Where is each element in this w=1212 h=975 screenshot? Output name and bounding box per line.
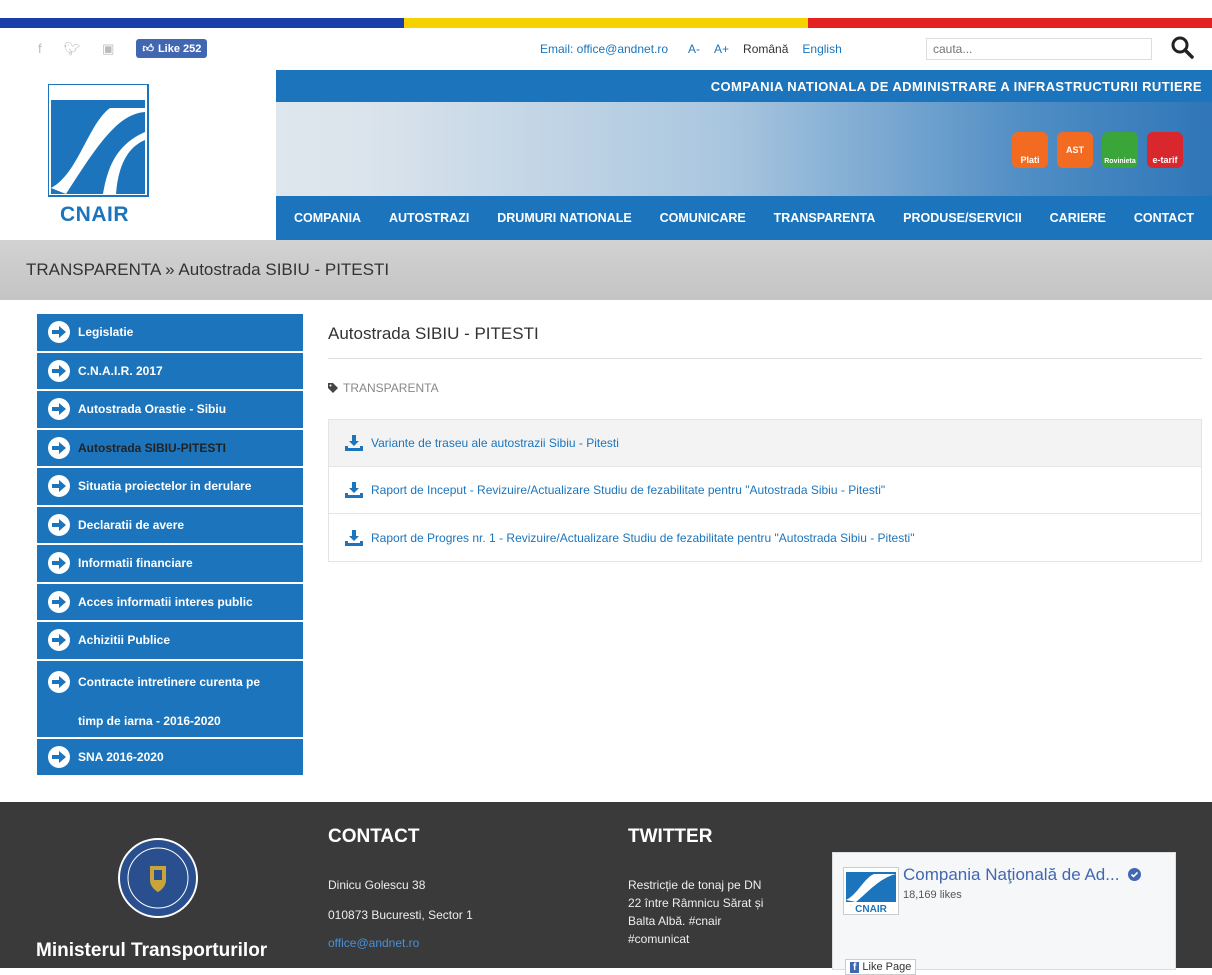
twitter-icon[interactable]: 🐦︎ (64, 41, 81, 57)
site-footer: Ministerul Transporturilor CONTACT Dinic… (0, 802, 1212, 975)
search-icon[interactable] (1170, 34, 1194, 60)
arrow-right-icon (48, 475, 70, 498)
sidebar-item-contracte-intretinere[interactable]: Contracte intretinere curenta pe timp de… (37, 660, 303, 739)
font-increase-button[interactable]: A+ (714, 42, 729, 56)
download-icon (345, 435, 363, 451)
arrow-right-icon (48, 629, 70, 652)
tag-icon (328, 383, 338, 393)
facebook-page-name[interactable]: Compania Naţională de Ad... (903, 865, 1142, 885)
breadcrumb-text: TRANSPARENTA » Autostrada SIBIU - PITEST… (26, 260, 390, 279)
arrow-right-icon (48, 552, 70, 575)
nav-item-contact[interactable]: CONTACT (1134, 211, 1194, 225)
nav-item-autostrazi[interactable]: AUTOSTRAZI (389, 211, 469, 225)
lang-en-link[interactable]: English (802, 42, 841, 56)
nav-item-produse-servicii[interactable]: PRODUSE/SERVICII (903, 211, 1022, 225)
government-seal-icon (118, 838, 198, 918)
like-page-button[interactable]: f Like Page (845, 959, 917, 975)
svg-text:CNAIR: CNAIR (855, 904, 887, 914)
sidebar-item-sna[interactable]: SNA 2016-2020 (37, 738, 303, 777)
nav-item-drumuri-nationale[interactable]: DRUMURI NATIONALE (497, 211, 631, 225)
sidebar-item-legislatie[interactable]: Legislatie (37, 314, 303, 353)
arrow-right-icon (48, 670, 70, 693)
verified-badge-icon (1128, 868, 1142, 881)
arrow-right-icon (48, 321, 70, 344)
site-header: COMPANIA NATIONALA DE ADMINISTRARE A INF… (0, 70, 1212, 240)
sidebar-item-autostrada-orastie-sibiu[interactable]: Autostrada Orastie - Sibiu (37, 391, 303, 430)
youtube-icon[interactable]: ▣ (102, 41, 114, 57)
file-link[interactable]: Raport de Progres nr. 1 - Revizuire/Actu… (329, 514, 1201, 561)
arrow-right-icon (48, 513, 70, 536)
site-logo[interactable]: CNAIR (0, 70, 276, 240)
top-links: Email: office@andnet.ro A- A+ Română Eng… (540, 42, 842, 56)
ministry-name: Ministerul Transporturilor (36, 940, 268, 961)
email-link[interactable]: Email: office@andnet.ro (540, 42, 668, 56)
category-tag[interactable]: TRANSPARENTA (328, 381, 1202, 395)
cnair-logo-icon: CNAIR (843, 867, 899, 915)
sidebar-item-informatii-financiare[interactable]: Informatii financiare (37, 545, 303, 584)
file-link[interactable]: Variante de traseu ale autostrazii Sibiu… (329, 420, 1201, 467)
tweet-line: Restricție de tonaj pe DN (628, 878, 762, 892)
sidebar-item-declaratii-de-avere[interactable]: Declaratii de avere (37, 506, 303, 545)
page-title: Autostrada SIBIU - PITESTI (328, 314, 1202, 359)
rovinieta-app-icon[interactable]: Rovinieta (1102, 132, 1138, 168)
download-icon (345, 529, 363, 546)
service-apps: Plati AST Rovinieta e-tarif (1012, 132, 1183, 168)
main-content: Autostrada SIBIU - PITESTI TRANSPARENTA … (328, 314, 1202, 562)
facebook-icon[interactable]: f (38, 41, 42, 56)
facebook-likes-count: 18,169 likes (903, 889, 962, 901)
thumbs-up-icon: 👍︎ (142, 43, 154, 55)
contact-email-link[interactable]: office@andnet.ro (328, 936, 419, 950)
lang-ro-link[interactable]: Română (743, 42, 788, 56)
arrow-right-icon (48, 590, 70, 613)
arrow-right-icon (48, 436, 70, 459)
social-links: f 🐦︎ ▣ 👍︎ Like 252 (38, 39, 208, 58)
flag-stripe (0, 18, 1212, 28)
logo-text: CNAIR (60, 203, 129, 226)
search-input[interactable] (926, 38, 1152, 60)
contact-address: Dinicu Golescu 38 (328, 878, 426, 892)
facebook-like-button[interactable]: 👍︎ Like 252 (136, 39, 208, 58)
ast-app-icon[interactable]: AST (1057, 132, 1093, 168)
nav-item-transparenta[interactable]: TRANSPARENTA (774, 211, 876, 225)
tweet-line: #comunicat (628, 932, 690, 946)
sidebar: Legislatie C.N.A.I.R. 2017 Autostrada Or… (37, 314, 303, 777)
contact-title: CONTACT (328, 826, 420, 847)
sidebar-item-autostrada-sibiu-pitesti[interactable]: Autostrada SIBIU-PITESTI (37, 429, 303, 468)
e-tarif-app-icon[interactable]: e-tarif (1147, 132, 1183, 168)
sidebar-item-achizitii-publice[interactable]: Achizitii Publice (37, 622, 303, 661)
arrow-right-icon (48, 398, 70, 421)
company-full-name: COMPANIA NATIONALA DE ADMINISTRARE A INF… (710, 79, 1202, 94)
file-link[interactable]: Raport de Inceput - Revizuire/Actualizar… (329, 467, 1201, 514)
plati-app-icon[interactable]: Plati (1012, 132, 1048, 168)
sidebar-item-cnair-2017[interactable]: C.N.A.I.R. 2017 (37, 352, 303, 391)
arrow-right-icon (48, 745, 70, 768)
arrow-right-icon (48, 359, 70, 382)
font-decrease-button[interactable]: A- (688, 42, 700, 56)
top-bar: f 🐦︎ ▣ 👍︎ Like 252 Email: office@andnet.… (0, 28, 1212, 70)
contact-city: 010873 Bucuresti, Sector 1 (328, 908, 473, 922)
nav-item-compania[interactable]: COMPANIA (294, 211, 361, 225)
tweet-line: 22 între Râmnicu Sărat și (628, 896, 764, 910)
nav-item-cariere[interactable]: CARIERE (1050, 211, 1106, 225)
download-icon (345, 482, 363, 498)
tweet-line: Balta Albă. #cnair (628, 914, 722, 928)
file-list: Variante de traseu ale autostrazii Sibiu… (328, 419, 1202, 562)
breadcrumb: TRANSPARENTA » Autostrada SIBIU - PITEST… (0, 240, 1212, 300)
main-nav: COMPANIA AUTOSTRAZI DRUMURI NATIONALE CO… (276, 196, 1212, 240)
twitter-title: TWITTER (628, 826, 713, 847)
sidebar-item-acces-informatii[interactable]: Acces informatii interes public (37, 583, 303, 622)
nav-item-comunicare[interactable]: COMUNICARE (660, 211, 746, 225)
facebook-page-widget[interactable]: CNAIR Compania Naţională de Ad... 18,169… (832, 852, 1176, 975)
sidebar-item-situatia-proiectelor[interactable]: Situatia proiectelor in derulare (37, 468, 303, 507)
cnair-logo-icon (48, 84, 149, 197)
